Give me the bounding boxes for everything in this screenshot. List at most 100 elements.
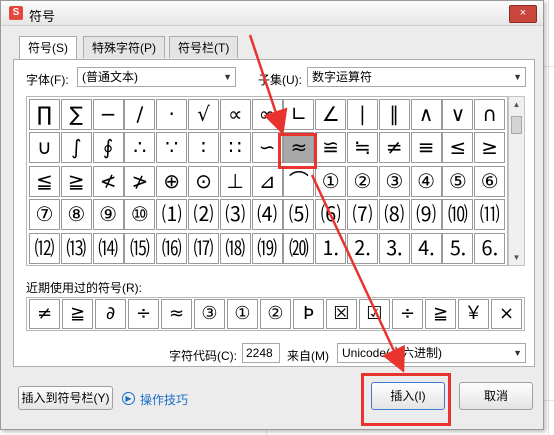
symbol-cell[interactable]: ⑴ xyxy=(156,199,188,231)
symbol-cell[interactable]: ⒌ xyxy=(442,232,474,264)
tips-link[interactable]: 操作技巧 xyxy=(140,391,188,408)
symbol-cell[interactable]: ⒅ xyxy=(219,232,251,264)
recent-symbol-cell[interactable]: × xyxy=(491,299,522,329)
symbol-cell[interactable]: ⑹ xyxy=(315,199,347,231)
symbol-cell[interactable]: ∩ xyxy=(474,99,506,130)
symbol-cell[interactable]: ⑿ xyxy=(29,232,60,264)
recent-symbol-cell[interactable]: ≈ xyxy=(161,299,192,329)
symbol-cell[interactable]: ⊥ xyxy=(219,165,251,197)
symbol-cell[interactable]: ⑾ xyxy=(474,199,506,231)
symbol-cell[interactable]: ∏ xyxy=(29,99,60,130)
symbol-cell[interactable]: ∑ xyxy=(60,99,92,130)
tab-symbol-bar[interactable]: 符号栏(T) xyxy=(169,36,239,58)
recent-symbol-cell[interactable]: ￥ xyxy=(458,299,489,329)
symbol-cell[interactable]: ∧ xyxy=(410,99,442,130)
symbol-cell[interactable]: ⒁ xyxy=(92,232,124,264)
symbol-cell[interactable]: ∪ xyxy=(29,132,60,164)
symbol-cell[interactable]: ⒆ xyxy=(251,232,283,264)
symbol-cell[interactable]: ⑷ xyxy=(251,199,283,231)
tab-symbols[interactable]: 符号(S) xyxy=(19,36,77,60)
recent-symbol-cell[interactable]: ≧ xyxy=(62,299,93,329)
symbol-cell[interactable]: ⑥ xyxy=(474,165,506,197)
symbol-cell[interactable]: ∶ xyxy=(188,132,219,164)
symbol-cell[interactable]: ∠ xyxy=(315,99,347,130)
symbol-cell[interactable]: ≡ xyxy=(410,132,442,164)
symbol-cell[interactable]: ∵ xyxy=(156,132,188,164)
cancel-button[interactable]: 取消 xyxy=(459,382,533,410)
symbol-cell[interactable]: · xyxy=(156,99,188,130)
symbol-cell[interactable]: ⑻ xyxy=(378,199,410,231)
symbol-cell[interactable]: ⑽ xyxy=(442,199,474,231)
scroll-up-icon[interactable]: ▲ xyxy=(509,97,524,112)
symbol-cell[interactable]: ⑩ xyxy=(124,199,156,231)
symbol-cell[interactable]: ≥ xyxy=(474,132,506,164)
symbol-cell[interactable]: ⑸ xyxy=(283,199,315,231)
symbol-cell[interactable]: ∥ xyxy=(378,99,410,130)
scroll-down-icon[interactable]: ▼ xyxy=(509,250,524,265)
symbol-cell[interactable]: ⑧ xyxy=(60,199,92,231)
symbol-cell[interactable]: ① xyxy=(315,165,347,197)
recent-symbol-cell[interactable]: ② xyxy=(260,299,291,329)
symbol-cell[interactable]: ⑶ xyxy=(219,199,251,231)
symbol-cell[interactable]: ⒃ xyxy=(156,232,188,264)
recent-symbol-cell[interactable]: ☑ xyxy=(359,299,390,329)
symbol-cell[interactable]: ⒋ xyxy=(410,232,442,264)
symbol-cell[interactable]: − xyxy=(92,99,124,130)
symbol-cell[interactable]: ⑨ xyxy=(92,199,124,231)
symbol-cell[interactable]: ≒ xyxy=(347,132,378,164)
symbol-cell[interactable]: ∕ xyxy=(124,99,156,130)
symbol-cell[interactable]: ∣ xyxy=(347,99,378,130)
symbol-cell[interactable]: ⊙ xyxy=(188,165,219,197)
symbol-cell[interactable]: ∫ xyxy=(60,132,92,164)
symbol-cell[interactable]: ⒄ xyxy=(188,232,219,264)
symbol-cell[interactable]: ≦ xyxy=(29,165,60,197)
symbol-cell[interactable]: ⊕ xyxy=(156,165,188,197)
recent-symbol-cell[interactable]: ≧ xyxy=(425,299,456,329)
symbol-cell[interactable]: ≠ xyxy=(378,132,410,164)
recent-symbol-cell[interactable]: ③ xyxy=(194,299,225,329)
font-select[interactable]: (普通文本) ▼ xyxy=(77,67,236,87)
close-button[interactable]: × xyxy=(509,5,537,23)
symbol-cell[interactable]: ⑺ xyxy=(347,199,378,231)
symbol-cell[interactable]: ⑵ xyxy=(188,199,219,231)
recent-symbol-cell[interactable]: ≠ xyxy=(29,299,60,329)
recent-symbol-cell[interactable]: ÷ xyxy=(128,299,159,329)
symbol-cell[interactable]: ∷ xyxy=(219,132,251,164)
symbol-cell[interactable]: ⒍ xyxy=(474,232,506,264)
symbol-cell[interactable]: ④ xyxy=(410,165,442,197)
recent-symbol-cell[interactable]: ÷ xyxy=(392,299,423,329)
symbol-cell[interactable]: ∝ xyxy=(219,99,251,130)
recent-symbol-cell[interactable]: ① xyxy=(227,299,258,329)
insert-to-symbol-bar-button[interactable]: 插入到符号栏(Y) xyxy=(18,386,113,410)
recent-symbol-cell[interactable]: ☒ xyxy=(326,299,357,329)
from-select[interactable]: Unicode(十六进制) ▼ xyxy=(337,343,526,363)
symbol-cell[interactable]: ⒊ xyxy=(378,232,410,264)
symbol-cell[interactable]: ② xyxy=(347,165,378,197)
symbol-cell[interactable]: ≯ xyxy=(124,165,156,197)
symbol-cell[interactable]: ≈ xyxy=(283,132,315,164)
symbol-cell[interactable]: ⑤ xyxy=(442,165,474,197)
symbol-cell[interactable]: ⌒ xyxy=(283,165,315,197)
scroll-thumb[interactable] xyxy=(511,116,522,134)
symbol-grid-scrollbar[interactable]: ▲ ▼ xyxy=(508,96,525,266)
recent-symbol-cell[interactable]: ∂ xyxy=(95,299,126,329)
symbol-cell[interactable]: ∞ xyxy=(251,99,283,130)
symbol-cell[interactable]: ⒀ xyxy=(60,232,92,264)
recent-symbol-cell[interactable]: Þ xyxy=(293,299,324,329)
symbol-cell[interactable]: ③ xyxy=(378,165,410,197)
subset-select[interactable]: 数字运算符 ▼ xyxy=(307,67,526,87)
symbol-cell[interactable]: ⊿ xyxy=(251,165,283,197)
symbol-cell[interactable]: ∨ xyxy=(442,99,474,130)
symbol-cell[interactable]: ≌ xyxy=(315,132,347,164)
symbol-cell[interactable]: ∴ xyxy=(124,132,156,164)
symbol-cell[interactable]: ⒉ xyxy=(347,232,378,264)
insert-button[interactable]: 插入(I) xyxy=(371,382,445,410)
symbol-cell[interactable]: ⒇ xyxy=(283,232,315,264)
symbol-cell[interactable]: ⒈ xyxy=(315,232,347,264)
symbol-cell[interactable]: ∟ xyxy=(283,99,315,130)
symbol-cell[interactable]: ∽ xyxy=(251,132,283,164)
symbol-cell[interactable]: ⒂ xyxy=(124,232,156,264)
char-code-input[interactable]: 2248 xyxy=(242,343,280,363)
symbol-cell[interactable]: ⑦ xyxy=(29,199,60,231)
symbol-cell[interactable]: √ xyxy=(188,99,219,130)
